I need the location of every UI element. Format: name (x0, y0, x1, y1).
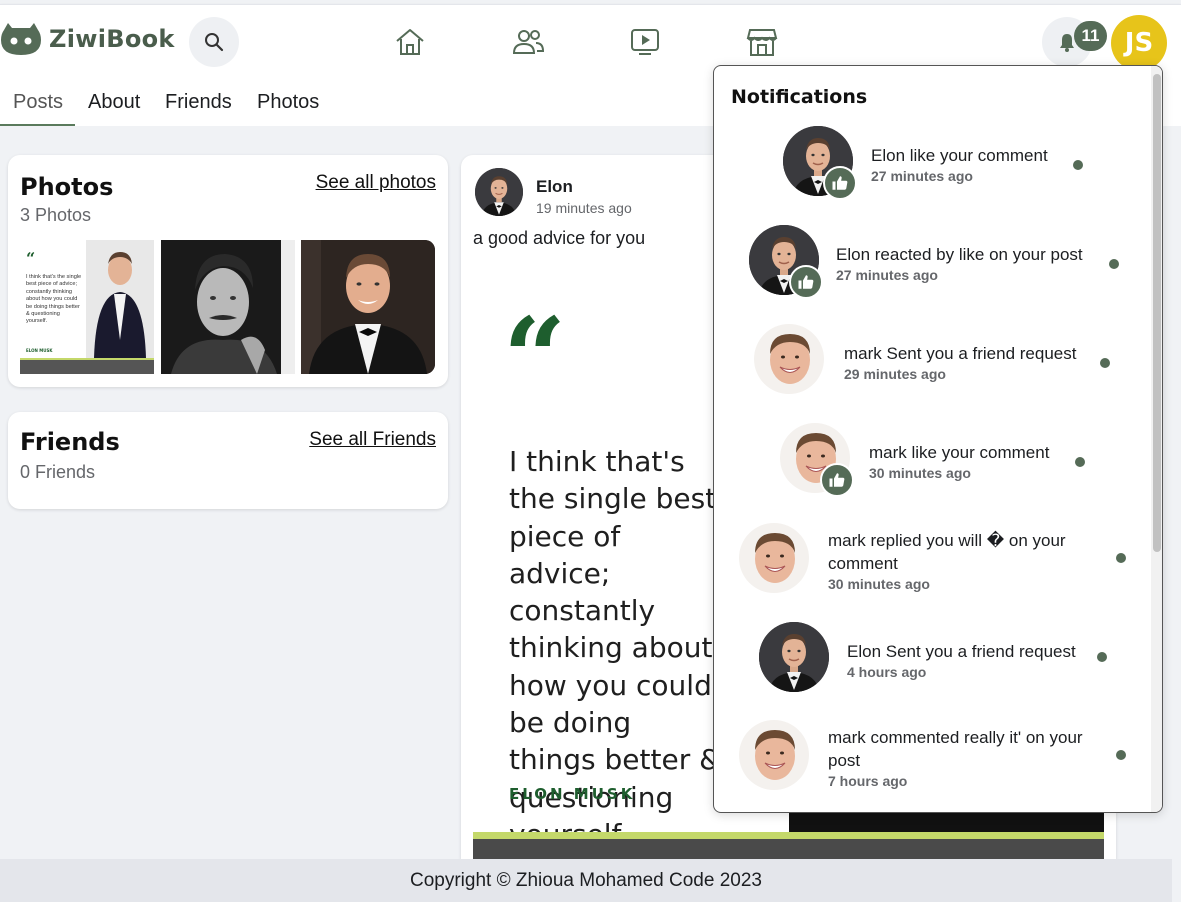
post-text: a good advice for you (473, 228, 646, 248)
notification-text: mark commented really it' on your post (828, 728, 1083, 770)
like-badge (823, 166, 857, 200)
logo[interactable]: ZiwiBook (0, 22, 175, 56)
tab-about[interactable]: About (88, 91, 140, 114)
notification-item[interactable]: Elon Sent you a friend request 4 hours ag… (714, 620, 1151, 710)
thumbs-up-icon (829, 473, 845, 487)
unread-dot (1116, 553, 1126, 563)
tab-photos[interactable]: Photos (257, 91, 319, 114)
post-author-avatar[interactable] (475, 168, 523, 216)
notification-time: 27 minutes ago (871, 168, 973, 184)
thumbs-up-icon (798, 275, 814, 289)
see-all-friends-link[interactable]: See all Friends (309, 429, 436, 451)
quote-mark-icon: “ (503, 293, 567, 422)
unread-dot (1100, 358, 1110, 368)
notifications-dropdown: Notifications Elon like your comment 27 m… (713, 65, 1163, 813)
video-icon (631, 29, 659, 55)
notification-item[interactable]: mark like your comment 30 minutes ago (714, 421, 1151, 511)
photos-card-title: Photos (20, 173, 114, 201)
notification-time: 4 hours ago (847, 664, 927, 680)
notification-text: mark replied you will � on your comment (828, 531, 1066, 573)
tesla-portrait-image (161, 240, 295, 374)
unread-dot (1116, 750, 1126, 760)
notifications-heading: Notifications (731, 86, 868, 108)
search-button[interactable] (189, 17, 239, 67)
notification-time: 27 minutes ago (836, 267, 938, 283)
notification-time: 30 minutes ago (828, 576, 930, 592)
app-name: ZiwiBook (49, 25, 175, 53)
thumbnail-quote-text: I think that's the single best piece of … (26, 274, 82, 325)
notification-count-badge: 11 (1074, 21, 1107, 51)
friends-card-title: Friends (20, 428, 120, 456)
friends-card: Friends 0 Friends See all Friends (8, 412, 448, 509)
user-avatar[interactable]: JS (1111, 15, 1167, 71)
notification-text: Elon reacted by like on your post (836, 245, 1083, 264)
photos-count: 3 Photos (20, 205, 92, 225)
nav-store[interactable] (746, 26, 778, 58)
elon-avatar-image (475, 168, 523, 216)
mark-avatar-image (739, 720, 809, 790)
notification-time: 7 hours ago (828, 773, 908, 789)
notification-item[interactable]: mark replied you will � on your comment 3… (714, 521, 1151, 611)
notification-time: 30 minutes ago (869, 465, 971, 481)
quote-signature: ELON MUSK (509, 785, 636, 803)
notification-time: 29 minutes ago (844, 366, 946, 382)
notification-text: Elon like your comment (871, 146, 1048, 165)
active-tab-indicator (0, 124, 75, 126)
store-icon (746, 29, 778, 56)
notification-text: mark Sent you a friend request (844, 344, 1077, 363)
notification-avatar (739, 720, 809, 790)
mark-avatar-image (739, 523, 809, 593)
nav-video[interactable] (629, 26, 661, 58)
friends-count: 0 Friends (20, 462, 96, 482)
footer: Copyright © Zhioua Mohamed Code 2023 (0, 859, 1172, 902)
post-author-name[interactable]: Elon (536, 177, 573, 197)
svg-text:“: “ (26, 249, 35, 268)
unread-dot (1073, 160, 1083, 170)
notification-item[interactable]: Elon reacted by like on your post 27 minu… (714, 223, 1151, 313)
notification-avatar (754, 324, 824, 394)
notification-text: mark like your comment (869, 443, 1050, 462)
photo-thumbnail[interactable] (161, 240, 295, 374)
tab-posts[interactable]: Posts (13, 91, 63, 114)
image-footer-bar (473, 839, 1104, 860)
thumbs-up-icon (832, 176, 848, 190)
unread-dot (1109, 259, 1119, 269)
search-icon (205, 33, 224, 52)
nav-home[interactable] (394, 26, 426, 58)
mark-avatar-image (754, 324, 824, 394)
friends-icon (512, 30, 544, 54)
thumbnail-signature: ELON MUSK (26, 348, 53, 353)
notification-avatar (739, 523, 809, 593)
tab-friends[interactable]: Friends (165, 91, 232, 114)
copyright-text: Copyright © Zhioua Mohamed Code 2023 (410, 869, 762, 891)
notification-item[interactable]: Elon like your comment 27 minutes ago (714, 124, 1151, 214)
photos-card: Photos 3 Photos See all photos “ ELON MU… (8, 155, 448, 387)
elon-avatar-image (759, 622, 829, 692)
unread-dot (1075, 457, 1085, 467)
unread-dot (1097, 652, 1107, 662)
notification-avatar (759, 622, 829, 692)
elon-portrait-image (301, 240, 435, 374)
like-badge (820, 463, 854, 497)
notification-item[interactable]: mark commented really it' on your post 7 … (714, 718, 1151, 808)
notification-item[interactable]: mark Sent you a friend request 29 minutes… (714, 322, 1151, 412)
photo-thumbnail[interactable]: “ ELON MUSK I think that's the single be… (20, 240, 154, 374)
photo-thumbnail[interactable] (301, 240, 435, 374)
see-all-photos-link[interactable]: See all photos (316, 172, 436, 194)
top-navbar: ZiwiBook 11 JS (0, 4, 1181, 74)
nav-friends[interactable] (512, 26, 544, 58)
like-badge (789, 265, 823, 299)
logo-icon (1, 23, 41, 55)
image-accent-bar (473, 832, 1104, 839)
home-icon (396, 29, 424, 55)
post-timestamp: 19 minutes ago (536, 200, 632, 216)
